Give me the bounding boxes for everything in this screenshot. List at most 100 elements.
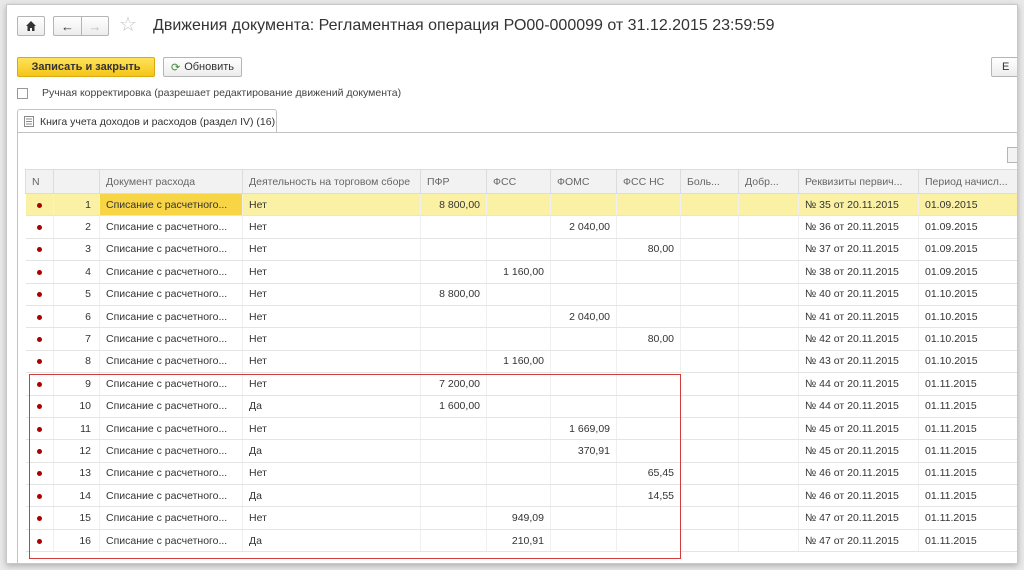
- cell-period[interactable]: 01.11.2015: [918, 439, 1017, 463]
- cell-dobr[interactable]: [738, 439, 799, 463]
- cell-fssns[interactable]: [616, 260, 681, 284]
- cell-doc[interactable]: Списание с расчетного...: [99, 215, 243, 239]
- cell-dobr[interactable]: [738, 193, 799, 217]
- cell-bol[interactable]: [680, 529, 739, 553]
- save-and-close-button[interactable]: Записать и закрыть: [17, 57, 155, 77]
- cell-rekv[interactable]: № 38 от 20.11.2015: [798, 260, 919, 284]
- cell-period[interactable]: 01.11.2015: [918, 417, 1017, 441]
- col-header-dobr[interactable]: Добр...: [738, 169, 799, 194]
- cell-fss[interactable]: [486, 215, 551, 239]
- col-header-activity[interactable]: Деятельность на торговом сборе: [242, 169, 421, 194]
- cell-n[interactable]: 5: [53, 283, 100, 306]
- table-row[interactable]: 1 Списание с расчетного... Нет 8 800,00 № 35…: [25, 193, 1017, 217]
- cell-bol[interactable]: [680, 506, 739, 530]
- cell-bol[interactable]: [680, 215, 739, 239]
- table-row[interactable]: 5 Списание с расчетного... Нет 8 800,00 № 40…: [25, 283, 1017, 306]
- cell-n[interactable]: 6: [53, 305, 100, 329]
- cell-activity[interactable]: Нет: [242, 238, 421, 262]
- cell-rekv[interactable]: № 47 от 20.11.2015: [798, 506, 919, 530]
- cell-bol[interactable]: [680, 395, 739, 418]
- cell-foms[interactable]: 2 040,00: [550, 215, 617, 239]
- cell-n[interactable]: 8: [53, 350, 100, 374]
- cell-rekv[interactable]: № 42 от 20.11.2015: [798, 327, 919, 351]
- cell-n[interactable]: 2: [53, 215, 100, 239]
- cell-bol[interactable]: [680, 350, 739, 374]
- cell-fssns[interactable]: [616, 305, 681, 329]
- cell-pfr[interactable]: 8 800,00: [420, 193, 487, 217]
- cell-dobr[interactable]: [738, 327, 799, 351]
- cell-activity[interactable]: Нет: [242, 327, 421, 351]
- cell-rekv[interactable]: № 41 от 20.11.2015: [798, 305, 919, 329]
- col-header-bol[interactable]: Боль...: [680, 169, 739, 194]
- cell-rekv[interactable]: № 46 от 20.11.2015: [798, 484, 919, 508]
- cell-fss[interactable]: [486, 305, 551, 329]
- cell-period[interactable]: 01.10.2015: [918, 350, 1017, 374]
- cell-period[interactable]: 01.11.2015: [918, 372, 1017, 396]
- cell-dobr[interactable]: [738, 260, 799, 284]
- cell-rekv[interactable]: № 35 от 20.11.2015: [798, 193, 919, 217]
- cell-activity[interactable]: Нет: [242, 350, 421, 374]
- cell-fss[interactable]: [486, 283, 551, 306]
- cell-period[interactable]: 01.09.2015: [918, 260, 1017, 284]
- col-header-n[interactable]: N: [25, 169, 54, 194]
- cell-bol[interactable]: [680, 439, 739, 463]
- cell-bol[interactable]: [680, 305, 739, 329]
- cell-fssns[interactable]: 80,00: [616, 238, 681, 262]
- col-header-fss[interactable]: ФСС: [486, 169, 551, 194]
- cell-period[interactable]: 01.11.2015: [918, 529, 1017, 553]
- cell-period[interactable]: 01.10.2015: [918, 327, 1017, 351]
- cell-n[interactable]: 1: [53, 193, 100, 217]
- cell-activity[interactable]: Нет: [242, 305, 421, 329]
- cell-doc[interactable]: Списание с расчетного...: [99, 350, 243, 374]
- cell-pfr[interactable]: [420, 327, 487, 351]
- cell-dobr[interactable]: [738, 395, 799, 418]
- cell-dobr[interactable]: [738, 484, 799, 508]
- cell-rekv[interactable]: № 44 от 20.11.2015: [798, 372, 919, 396]
- cell-fssns[interactable]: [616, 193, 681, 217]
- cell-bol[interactable]: [680, 417, 739, 441]
- cell-foms[interactable]: [550, 327, 617, 351]
- favorite-star-icon[interactable]: ☆: [119, 14, 137, 36]
- cell-rekv[interactable]: № 46 от 20.11.2015: [798, 462, 919, 486]
- table-row[interactable]: 3 Списание с расчетного... Нет 80,00 № 37 от…: [25, 238, 1017, 262]
- cell-rekv[interactable]: № 36 от 20.11.2015: [798, 215, 919, 239]
- cell-fss[interactable]: [486, 238, 551, 262]
- cell-doc[interactable]: Списание с расчетного...: [99, 193, 243, 217]
- cell-pfr[interactable]: 8 800,00: [420, 283, 487, 306]
- cell-dobr[interactable]: [738, 350, 799, 374]
- cell-fssns[interactable]: [616, 350, 681, 374]
- cell-dobr[interactable]: [738, 372, 799, 396]
- tab-income-expense-book[interactable]: Книга учета доходов и расходов (раздел I…: [17, 109, 277, 133]
- cell-dobr[interactable]: [738, 462, 799, 486]
- cell-rekv[interactable]: № 44 от 20.11.2015: [798, 395, 919, 418]
- cell-bol[interactable]: [680, 327, 739, 351]
- cell-dobr[interactable]: [738, 529, 799, 553]
- cell-foms[interactable]: [550, 350, 617, 374]
- col-header-rekv[interactable]: Реквизиты первич...: [798, 169, 919, 194]
- cell-period[interactable]: 01.11.2015: [918, 506, 1017, 530]
- cell-bol[interactable]: [680, 462, 739, 486]
- table-row[interactable]: 4 Списание с расчетного... Нет 1 160,00 № 38…: [25, 260, 1017, 284]
- cell-dobr[interactable]: [738, 283, 799, 306]
- cell-fss[interactable]: 1 160,00: [486, 260, 551, 284]
- cell-pfr[interactable]: [420, 238, 487, 262]
- cell-bol[interactable]: [680, 372, 739, 396]
- cell-bol[interactable]: [680, 238, 739, 262]
- cell-dobr[interactable]: [738, 215, 799, 239]
- cell-rekv[interactable]: № 43 от 20.11.2015: [798, 350, 919, 374]
- cell-fss[interactable]: [486, 193, 551, 217]
- cell-period[interactable]: 01.11.2015: [918, 462, 1017, 486]
- cell-n[interactable]: 4: [53, 260, 100, 284]
- cell-fss[interactable]: [486, 327, 551, 351]
- cell-dobr[interactable]: [738, 305, 799, 329]
- cell-doc[interactable]: Списание с расчетного...: [99, 238, 243, 262]
- panel-side-button[interactable]: [1007, 147, 1017, 163]
- cell-activity[interactable]: Нет: [242, 283, 421, 306]
- cell-bol[interactable]: [680, 283, 739, 306]
- cell-pfr[interactable]: [420, 305, 487, 329]
- cell-dobr[interactable]: [738, 417, 799, 441]
- cell-doc[interactable]: Списание с расчетного...: [99, 327, 243, 351]
- home-button[interactable]: [17, 16, 45, 36]
- cell-pfr[interactable]: [420, 260, 487, 284]
- table-row[interactable]: 6 Списание с расчетного... Нет 2 040,00 № 41…: [25, 305, 1017, 329]
